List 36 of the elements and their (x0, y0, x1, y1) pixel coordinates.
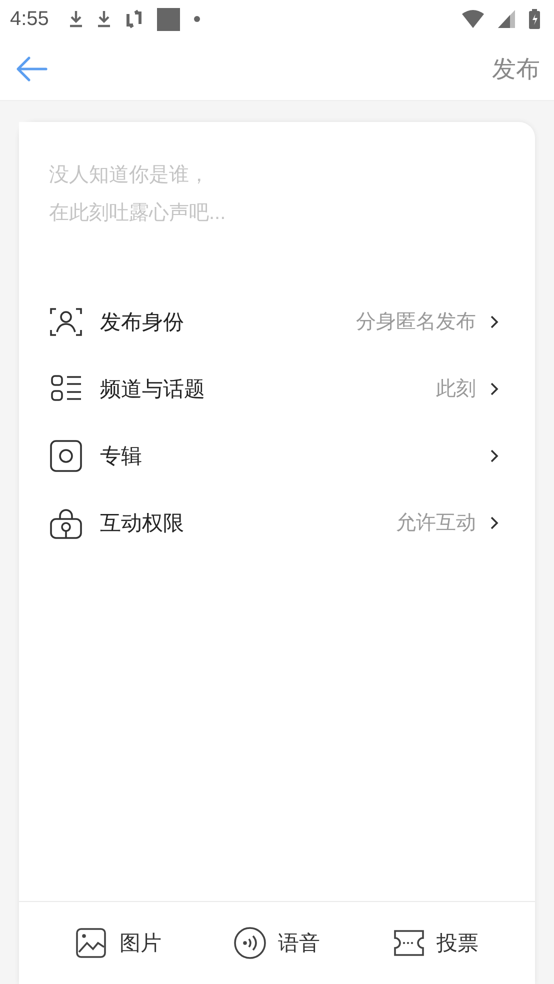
setting-value: 分身匿名发布 (356, 308, 476, 335)
voice-button[interactable]: 语音 (234, 927, 320, 959)
lock-icon (50, 506, 82, 538)
setting-label: 发布身份 (100, 308, 184, 336)
wifi-icon (462, 10, 484, 28)
download-icon (96, 10, 111, 28)
publish-button[interactable]: 发布 (492, 53, 540, 85)
setting-value: 此刻 (436, 375, 476, 402)
signal-icon (498, 10, 515, 28)
settings-row[interactable]: 发布身份 分身匿名发布 (19, 288, 535, 355)
chevron-icon (490, 448, 499, 462)
image-icon (75, 927, 108, 959)
download-icon (68, 10, 83, 28)
settings-row[interactable]: 互动权限 允许互动 (19, 489, 535, 556)
setting-value: 允许互动 (396, 509, 476, 536)
ticket-icon (392, 927, 425, 959)
settings-row[interactable]: 频道与话题 此刻 (19, 355, 535, 422)
chevron-icon (490, 516, 499, 530)
poll-button[interactable]: 投票 (392, 927, 479, 959)
album-icon (50, 440, 82, 472)
post-input-field[interactable]: 没人知道你是谁，在此刻吐露心声吧... (19, 122, 228, 272)
chevron-icon (490, 382, 499, 396)
identity-icon (50, 306, 82, 338)
image-button[interactable]: 图片 (75, 927, 162, 959)
chevron-icon (490, 314, 499, 328)
sound-icon (234, 927, 266, 959)
battery-icon (529, 9, 540, 29)
dot-icon (194, 16, 200, 22)
back-button[interactable] (16, 56, 48, 82)
setting-label: 频道与话题 (100, 376, 205, 402)
sync-icon (124, 9, 143, 29)
settings-row[interactable]: 专辑 (19, 422, 535, 489)
setting-label: 互动权限 (100, 510, 184, 536)
square-icon (156, 8, 180, 30)
status-time: 4:55 (10, 8, 49, 30)
setting-label: 专辑 (100, 442, 142, 470)
